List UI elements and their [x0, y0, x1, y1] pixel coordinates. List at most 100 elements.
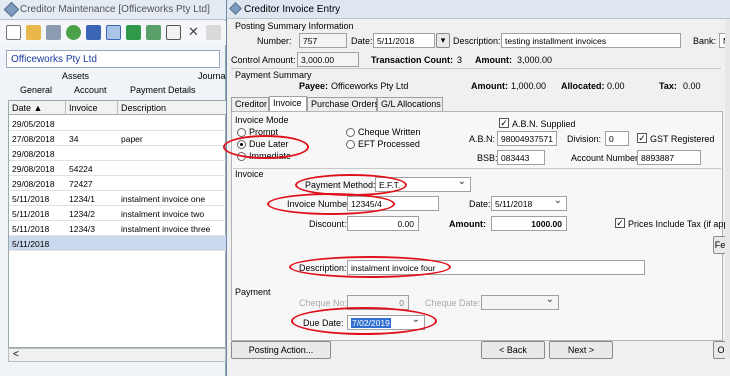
calendar-icon[interactable]: ▾	[436, 33, 450, 48]
payment-method-select[interactable]: E.F.T.	[375, 177, 471, 192]
invoice-number-field[interactable]: 12345/4	[347, 196, 439, 211]
transaction-count-label: Transaction Count:	[371, 55, 454, 65]
back-button[interactable]: < Back	[481, 341, 545, 359]
print-icon[interactable]	[86, 25, 101, 40]
dialog-titlebar[interactable]: Creditor Invoice Entry	[227, 0, 730, 19]
tab-row-2: General Account Payment Details	[0, 83, 226, 97]
division-field[interactable]: 0	[605, 131, 629, 146]
table-row[interactable]: 5/11/2018	[9, 236, 227, 251]
cell-date: 5/11/2018	[12, 224, 50, 234]
posting-action-button[interactable]: Posting Action...	[231, 341, 331, 359]
table-row[interactable]: 5/11/2018 1234/3 instalment invoice three	[9, 221, 227, 236]
cheque-date-field	[481, 295, 559, 310]
radio-prompt[interactable]	[237, 128, 246, 137]
date-label: Date:	[351, 36, 373, 46]
edit-icon[interactable]	[166, 25, 181, 40]
control-amount-label: Control Amount:	[231, 55, 296, 65]
due-date-label: Due Date:	[303, 318, 344, 328]
bsb-field[interactable]: 083443	[497, 150, 545, 165]
due-date-value: 7/02/2019	[351, 318, 391, 328]
column-header-invoice[interactable]: Invoice	[66, 101, 118, 115]
horizontal-scrollbar[interactable]: <	[8, 348, 226, 362]
invoice-date-field[interactable]: 5/11/2018	[491, 196, 567, 211]
radio-immediate[interactable]	[237, 152, 246, 161]
cheque-date-label: Cheque Date:	[425, 298, 481, 308]
new-document-icon[interactable]	[6, 25, 21, 40]
radio-due-later[interactable]	[237, 140, 246, 149]
division-label: Division:	[567, 134, 602, 144]
column-header-date[interactable]: Date ▲	[9, 101, 66, 115]
open-folder-icon[interactable]	[26, 25, 41, 40]
due-date-field[interactable]: 7/02/2019	[347, 315, 425, 330]
abn-supplied-label: A.B.N. Supplied	[512, 119, 576, 129]
abn-label: A.B.N:	[469, 134, 496, 144]
tab-payment-details[interactable]: Payment Details	[130, 85, 196, 95]
creditor-maintenance-titlebar[interactable]: Creditor Maintenance [Officeworks Pty Lt…	[0, 0, 226, 20]
app-icon	[3, 1, 20, 18]
invoice-description-field[interactable]: instalment invoice four	[347, 260, 645, 275]
number-label: Number:	[257, 36, 292, 46]
prices-include-tax-checkbox[interactable]: ✓	[615, 218, 625, 228]
company-field[interactable]: Officeworks Pty Ltd	[6, 50, 220, 68]
tab-journal[interactable]: Journa	[198, 71, 226, 81]
abn-supplied-checkbox[interactable]: ✓	[499, 118, 509, 128]
tab-gl-allocations[interactable]: G/L Allocations	[377, 97, 443, 111]
table-row[interactable]: 29/08/2018	[9, 146, 227, 161]
radio-cheque-written[interactable]	[346, 128, 355, 137]
allocated-value: 0.00	[607, 81, 625, 91]
posting-date-field[interactable]: 5/11/2018	[373, 33, 435, 48]
posting-description-field[interactable]: testing installment invoices	[501, 33, 681, 48]
payment-amount-value: 1,000.00	[511, 81, 547, 91]
tab-account[interactable]: Account	[74, 85, 107, 95]
vertical-scrollbar[interactable]	[725, 19, 730, 359]
table-row[interactable]: 27/08/2018 34 paper	[9, 131, 227, 146]
invoice-amount-label: Amount:	[449, 219, 486, 229]
tab-row-1: Assets Journa	[0, 70, 226, 83]
payment-summary-heading: Payment Summary	[235, 70, 312, 80]
invoice-number-label: Invoice Number:	[287, 199, 353, 209]
number-field[interactable]: 757	[299, 33, 347, 48]
cell-invoice: 72427	[69, 179, 93, 189]
table-row[interactable]: 29/05/2018	[9, 116, 227, 131]
invoice-heading: Invoice	[235, 169, 264, 179]
control-amount-field: 3,000.00	[297, 52, 359, 67]
tab-creditor[interactable]: Creditor	[231, 97, 269, 111]
discount-field[interactable]: 0.00	[347, 216, 419, 231]
more-icon[interactable]	[206, 25, 221, 40]
table-row[interactable]: 29/08/2018 72427	[9, 176, 227, 191]
radio-cheque-written-label: Cheque Written	[358, 127, 421, 137]
radio-prompt-label: Prompt	[249, 127, 279, 137]
close-icon[interactable]: ✕	[186, 25, 201, 40]
abn-field[interactable]: 98004937571	[497, 131, 557, 146]
table-row[interactable]: 29/08/2018 54224	[9, 161, 227, 176]
save-icon[interactable]	[46, 25, 61, 40]
summary-amount-label: Amount:	[475, 55, 512, 65]
tab-purchase-orders[interactable]: Purchase Orders	[307, 97, 379, 111]
creditor-maintenance-window: Creditor Maintenance [Officeworks Pty Lt…	[0, 0, 227, 376]
table-icon[interactable]	[106, 25, 121, 40]
radio-eft-processed[interactable]	[346, 140, 355, 149]
cell-date: 29/08/2018	[12, 149, 55, 159]
bank-label: Bank:	[693, 36, 717, 46]
tree-icon[interactable]	[126, 25, 141, 40]
cell-desc: instalment invoice two	[121, 209, 205, 219]
cell-invoice: 1234/2	[69, 209, 95, 219]
cell-date: 5/11/2018	[12, 239, 50, 249]
calculator-icon[interactable]	[146, 25, 161, 40]
tab-assets[interactable]: Assets	[62, 71, 89, 81]
tab-general[interactable]: General	[20, 85, 52, 95]
refresh-icon[interactable]	[66, 25, 81, 40]
table-row[interactable]: 5/11/2018 1234/1 instalment invoice one	[9, 191, 227, 206]
cell-date: 29/05/2018	[12, 119, 55, 129]
invoice-description-label: Description:	[299, 263, 347, 273]
next-button[interactable]: Next >	[549, 341, 613, 359]
tab-invoice[interactable]: Invoice	[269, 96, 307, 112]
invoice-amount-field[interactable]: 1000.00	[491, 216, 567, 231]
account-number-field[interactable]: 8893887	[637, 150, 701, 165]
scroll-left-icon[interactable]: <	[13, 349, 19, 360]
gst-registered-checkbox[interactable]: ✓	[637, 133, 647, 143]
cell-date: 29/08/2018	[12, 164, 55, 174]
table-row[interactable]: 5/11/2018 1234/2 instalment invoice two	[9, 206, 227, 221]
invoice-list[interactable]: Date ▲ Invoice Description 29/05/2018 27/…	[8, 100, 227, 348]
column-header-description[interactable]: Description	[118, 101, 227, 115]
